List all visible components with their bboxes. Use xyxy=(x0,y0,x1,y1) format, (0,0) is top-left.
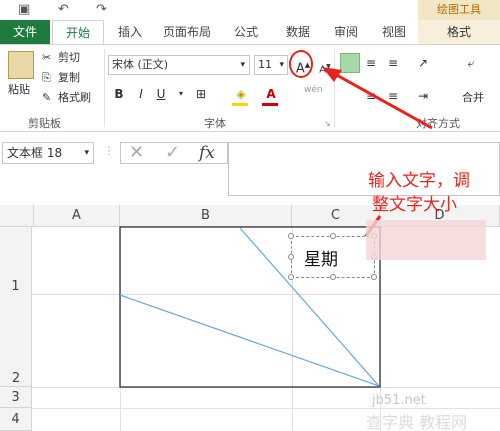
resize-handle[interactable] xyxy=(288,274,294,280)
blur-overlay xyxy=(366,220,486,260)
annotation-line-1: 输入文字，调 xyxy=(368,171,470,191)
resize-handle[interactable] xyxy=(330,233,336,239)
text-box-content[interactable]: 星期 xyxy=(304,245,338,270)
watermark-url: jb51.net xyxy=(372,393,426,408)
resize-handle[interactable] xyxy=(371,274,377,280)
resize-handle[interactable] xyxy=(288,254,294,260)
text-box[interactable]: 星期 xyxy=(288,233,377,280)
resize-handle[interactable] xyxy=(288,233,294,239)
resize-handle[interactable] xyxy=(330,274,336,280)
annotation-line-2: 整文字大小 xyxy=(372,195,457,215)
diagonal-header-drawing xyxy=(119,67,433,388)
watermark-text: 查字典 教程网 xyxy=(366,413,468,431)
